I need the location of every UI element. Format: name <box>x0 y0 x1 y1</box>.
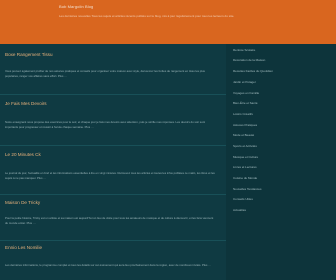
sidebar-link[interactable]: Conseils Utiles <box>233 197 328 201</box>
sidebar-link[interactable]: Loisirs Créatifs <box>233 112 328 116</box>
post-title-1[interactable]: Boxe Rangement Tissu <box>5 52 53 57</box>
post-excerpt-2: Notre enseignant nous propose des exerci… <box>5 120 206 129</box>
sidebar-link[interactable]: Musique et Culture <box>233 155 328 159</box>
sidebar-link[interactable]: Actualités <box>233 208 328 212</box>
post-title-2[interactable]: Je Fais Mes Devoirs <box>5 101 47 106</box>
post-title-3[interactable]: Le 20 Minutes Ck <box>5 152 41 157</box>
sidebar-link[interactable]: Voyages en Famille <box>233 91 328 95</box>
post-divider <box>0 240 226 241</box>
post-excerpt-5: Les dernières informations, le programme… <box>5 263 211 267</box>
post-divider <box>0 194 226 195</box>
sidebar-link[interactable]: Astuces Pratiques <box>233 123 328 127</box>
site-title[interactable]: Bob Margolin Blog <box>59 4 93 9</box>
site-header: Bob Margolin Blog Les dernières nouvelle… <box>0 0 336 44</box>
sidebar-link[interactable]: Livres et Lectures <box>233 165 328 169</box>
sidebar-link[interactable]: Sports et Activités <box>233 144 328 148</box>
sidebar-link[interactable]: Mode et Beauté <box>233 133 328 137</box>
post-excerpt-3: Le journal du jour, l'actualité en bref … <box>5 171 215 180</box>
sidebar-link[interactable]: Cuisine du Monde <box>233 176 328 180</box>
post-excerpt-1: Vous pouvez également profiter de nos as… <box>5 69 205 78</box>
sidebar-link[interactable]: Rentrée Scolaire <box>233 48 328 52</box>
post-list: Boxe Rangement Tissu Vous pouvez égaleme… <box>0 44 226 280</box>
post-title-5[interactable]: Ennio Les Nomilie <box>5 245 42 250</box>
post-excerpt-4: Pour la petite histoire, Tricky est un a… <box>5 216 214 225</box>
sidebar-link[interactable]: Jardin et Potager <box>233 80 328 84</box>
sidebar-link[interactable]: Recettes Faciles du Quotidien <box>233 69 328 73</box>
sidebar-link[interactable]: Décoration de la Maison <box>233 58 328 62</box>
site-tagline: Les dernières nouvelles Tous les sujets … <box>59 14 235 18</box>
sidebar-link[interactable]: Bien-Être et Santé <box>233 101 328 105</box>
post-divider <box>0 145 226 146</box>
sidebar-link[interactable]: Nouvelles Tendances <box>233 187 328 191</box>
post-divider <box>0 94 226 95</box>
post-title-4[interactable]: Maison De Tricky <box>5 200 40 205</box>
